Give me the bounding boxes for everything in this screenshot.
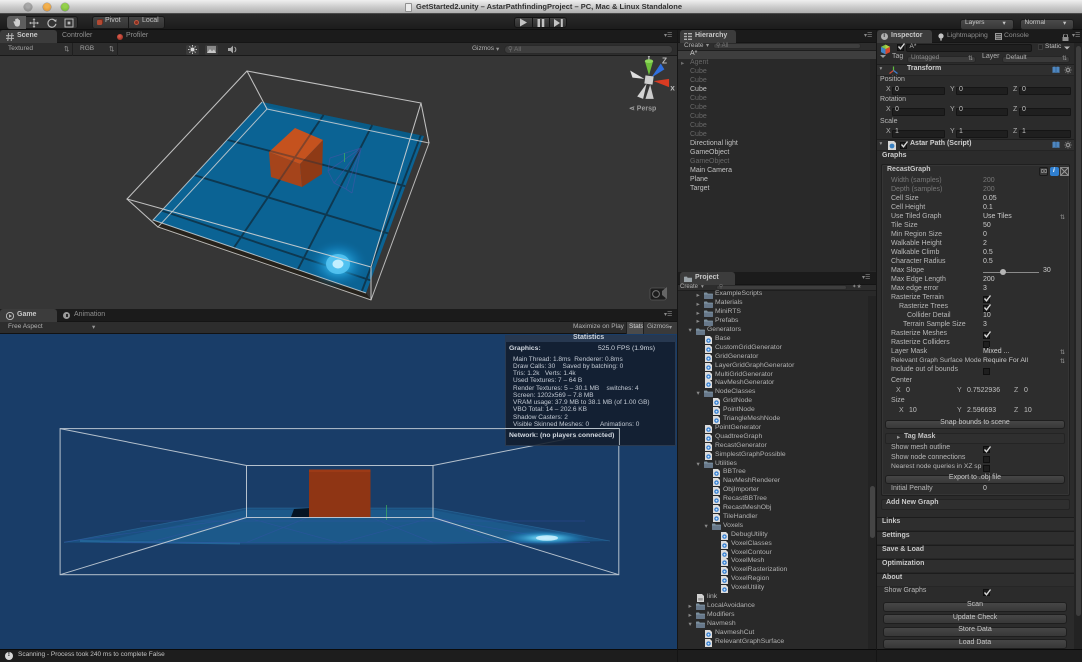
- svg-text:x: x: [670, 84, 675, 93]
- svg-text:⋖ Persp: ⋖ Persp: [629, 106, 656, 113]
- svg-text:Z: Z: [662, 56, 667, 65]
- svg-text:Y: Y: [646, 56, 652, 61]
